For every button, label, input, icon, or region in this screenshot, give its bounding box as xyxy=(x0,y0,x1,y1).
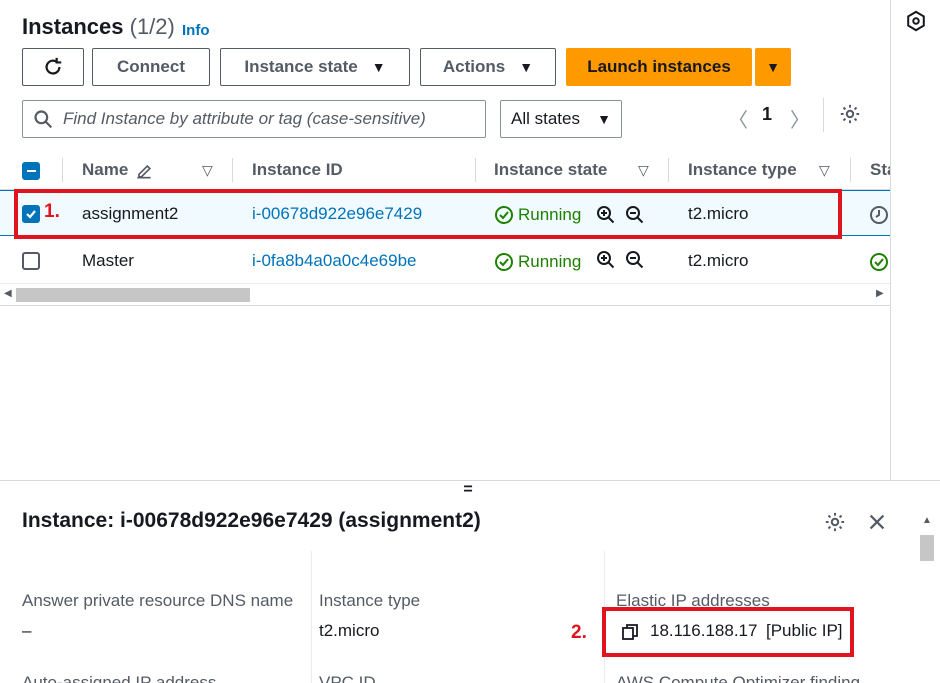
vertical-scrollbar[interactable]: ▲ xyxy=(916,511,938,683)
instance-state-label: Instance state xyxy=(244,57,358,76)
close-icon[interactable] xyxy=(866,511,888,533)
launch-instances-button[interactable]: Launch instances xyxy=(566,48,752,86)
auto-assigned-ip-label: Auto-assigned IP address xyxy=(22,673,217,683)
selection-count: (1/2) xyxy=(129,14,175,39)
check-circle-icon xyxy=(495,253,513,271)
table-row[interactable]: Master i-0fa8b4a0a0c4e69be Running t2.mi… xyxy=(0,238,890,284)
instance-type: t2.micro xyxy=(688,251,749,270)
caret-down-icon: ▼ xyxy=(371,59,386,75)
divider xyxy=(311,551,312,683)
edit-pencil-icon xyxy=(137,164,152,179)
column-header-instance-state[interactable]: Instance state xyxy=(494,160,607,180)
state-filter-value: All states xyxy=(511,109,580,128)
state-filter-select[interactable]: All states ▼ xyxy=(500,100,622,138)
private-dns-label: Answer private resource DNS name xyxy=(22,591,294,610)
horizontal-scrollbar[interactable]: ◀ ▶ xyxy=(0,286,890,306)
next-page-icon[interactable]: 〉 xyxy=(790,104,810,133)
column-header-instance-type[interactable]: Instance type xyxy=(688,160,797,180)
details-title: Instance: i-00678d922e96e7429 (assignmen… xyxy=(22,509,481,532)
launch-options-button[interactable]: ▼ xyxy=(755,48,791,86)
annotation-box-1 xyxy=(14,189,842,239)
settings-gear-icon[interactable] xyxy=(839,103,861,125)
search-icon xyxy=(34,110,53,129)
zoom-out-icon[interactable] xyxy=(625,250,645,270)
vpc-id-label: VPC ID xyxy=(319,673,376,683)
caret-down-icon: ▼ xyxy=(519,59,534,75)
resize-handle-icon[interactable]: = xyxy=(460,482,476,498)
scrollbar-thumb[interactable] xyxy=(920,535,934,561)
prev-page-icon[interactable]: 〈 xyxy=(728,104,748,133)
connect-button[interactable]: Connect xyxy=(92,48,210,86)
sort-icon[interactable]: ▽ xyxy=(202,162,213,179)
scrollbar-thumb[interactable] xyxy=(16,288,250,302)
page-title: Instances (1/2) xyxy=(22,14,175,40)
private-dns-value: – xyxy=(22,621,32,640)
refresh-icon xyxy=(45,57,62,75)
sort-icon[interactable]: ▽ xyxy=(638,162,649,179)
divider xyxy=(62,158,63,182)
annotation-label-2: 2. xyxy=(571,622,587,643)
refresh-button[interactable] xyxy=(22,48,84,86)
divider xyxy=(475,158,476,182)
annotation-box-2 xyxy=(602,607,854,657)
search-input[interactable] xyxy=(63,109,483,129)
zoom-in-icon[interactable] xyxy=(596,250,616,270)
search-box xyxy=(22,100,486,138)
launch-label: Launch instances xyxy=(587,57,731,76)
instance-type-value: t2.micro xyxy=(319,621,380,640)
divider xyxy=(850,158,851,182)
caret-down-icon: ▼ xyxy=(766,59,780,75)
select-all-checkbox[interactable] xyxy=(22,162,40,180)
scroll-up-icon[interactable]: ▲ xyxy=(922,515,932,526)
annotation-label-1: 1. xyxy=(44,201,60,222)
actions-dropdown[interactable]: Actions ▼ xyxy=(420,48,556,86)
instance-state-text: Running xyxy=(518,252,582,271)
settings-gear-icon[interactable] xyxy=(824,511,846,533)
instances-panel: Instances (1/2) Info Connect Instance st… xyxy=(0,0,896,480)
instance-id-link[interactable]: i-0fa8b4a0a0c4e69be xyxy=(252,251,416,271)
sort-icon[interactable]: ▽ xyxy=(819,162,830,179)
instance-state-dropdown[interactable]: Instance state ▼ xyxy=(220,48,410,86)
divider xyxy=(823,98,824,132)
instance-type-label: Instance type xyxy=(319,591,421,610)
page-number[interactable]: 1 xyxy=(762,104,772,125)
caret-down-icon: ▼ xyxy=(597,111,611,127)
side-rail xyxy=(890,0,940,480)
info-link[interactable]: Info xyxy=(182,22,210,39)
column-header-name[interactable]: Name xyxy=(82,160,128,180)
notifications-hexagon-icon[interactable] xyxy=(905,10,927,32)
check-circle-icon xyxy=(870,253,888,271)
title-text: Instances xyxy=(22,14,124,39)
column-header-instance-id[interactable]: Instance ID xyxy=(252,160,343,180)
divider xyxy=(232,158,233,182)
clock-icon xyxy=(870,206,888,224)
compute-optimizer-label: AWS Compute Optimizer finding xyxy=(616,673,861,683)
table-header: Name ▽ Instance ID Instance state ▽ Inst… xyxy=(0,152,896,190)
details-split-panel: = Instance: i-00678d922e96e7429 (assignm… xyxy=(0,480,940,683)
scroll-right-icon[interactable]: ▶ xyxy=(876,288,884,299)
instance-name: Master xyxy=(82,251,134,270)
actions-label: Actions xyxy=(442,57,506,76)
connect-label: Connect xyxy=(117,57,185,76)
row-checkbox[interactable] xyxy=(22,252,40,270)
scroll-left-icon[interactable]: ◀ xyxy=(4,288,12,299)
divider xyxy=(668,158,669,182)
